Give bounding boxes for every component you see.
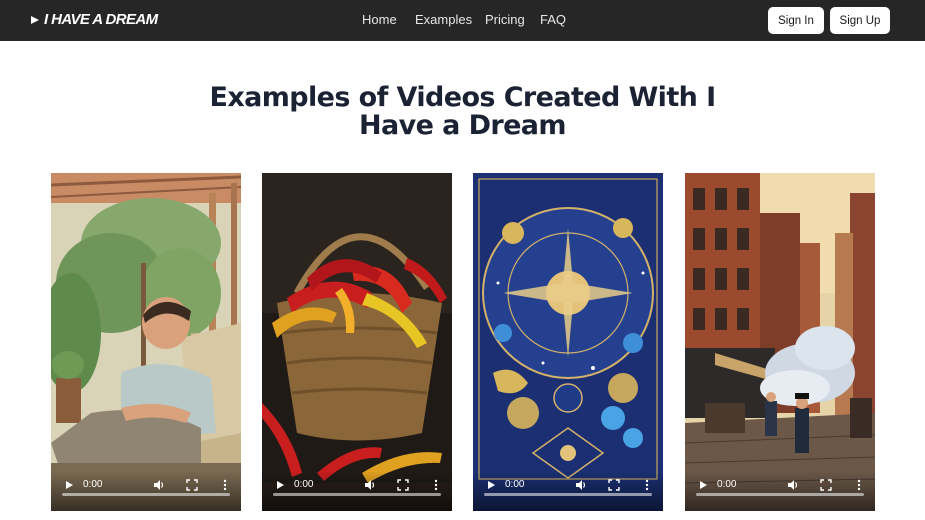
video-thumbnail-city-street xyxy=(685,173,875,511)
video-time: 0:00 xyxy=(505,479,525,490)
more-vertical-icon[interactable] xyxy=(219,479,231,491)
volume-icon[interactable] xyxy=(787,479,799,491)
play-triangle-icon xyxy=(31,15,39,24)
top-navbar: I HAVE A DREAM Home Examples Pricing FAQ… xyxy=(0,0,925,41)
more-vertical-icon[interactable] xyxy=(853,479,865,491)
fullscreen-icon[interactable] xyxy=(608,479,620,491)
progress-bar[interactable] xyxy=(273,493,441,496)
video-controls: 0:00 xyxy=(473,471,663,511)
play-icon[interactable] xyxy=(697,479,709,491)
logo-text: I HAVE A DREAM xyxy=(44,11,158,28)
video-time: 0:00 xyxy=(717,479,737,490)
progress-bar[interactable] xyxy=(62,493,230,496)
page-title: Examples of Videos Created With I Have a… xyxy=(209,82,716,141)
video-player-2[interactable]: 0:00 xyxy=(262,173,452,511)
play-icon[interactable] xyxy=(274,479,286,491)
volume-icon[interactable] xyxy=(575,479,587,491)
fullscreen-icon[interactable] xyxy=(820,479,832,491)
video-thumbnail-zodiac-chart xyxy=(473,173,663,511)
video-controls: 0:00 xyxy=(685,471,875,511)
video-controls: 0:00 xyxy=(262,471,452,511)
nav-faq-link[interactable]: FAQ xyxy=(540,12,566,27)
play-icon[interactable] xyxy=(63,479,75,491)
video-thumbnail-chili-peppers xyxy=(262,173,452,511)
volume-icon[interactable] xyxy=(364,479,376,491)
nav-pricing-link[interactable]: Pricing xyxy=(485,12,525,27)
video-player-1[interactable]: 0:00 xyxy=(51,173,241,511)
nav-examples-link[interactable]: Examples xyxy=(415,12,472,27)
more-vertical-icon[interactable] xyxy=(430,479,442,491)
sign-up-button[interactable]: Sign Up xyxy=(830,7,890,34)
video-player-4[interactable]: 0:00 xyxy=(685,173,875,511)
nav-home-link[interactable]: Home xyxy=(362,12,397,27)
video-time: 0:00 xyxy=(83,479,103,490)
progress-bar[interactable] xyxy=(484,493,652,496)
more-vertical-icon[interactable] xyxy=(641,479,653,491)
video-time: 0:00 xyxy=(294,479,314,490)
video-thumbnail-man-relaxing xyxy=(51,173,241,511)
progress-bar[interactable] xyxy=(696,493,864,496)
fullscreen-icon[interactable] xyxy=(186,479,198,491)
sign-in-button[interactable]: Sign In xyxy=(768,7,824,34)
play-icon[interactable] xyxy=(485,479,497,491)
volume-icon[interactable] xyxy=(153,479,165,491)
fullscreen-icon[interactable] xyxy=(397,479,409,491)
video-controls: 0:00 xyxy=(51,471,241,511)
logo[interactable]: I HAVE A DREAM xyxy=(30,11,158,28)
video-player-3[interactable]: 0:00 xyxy=(473,173,663,511)
